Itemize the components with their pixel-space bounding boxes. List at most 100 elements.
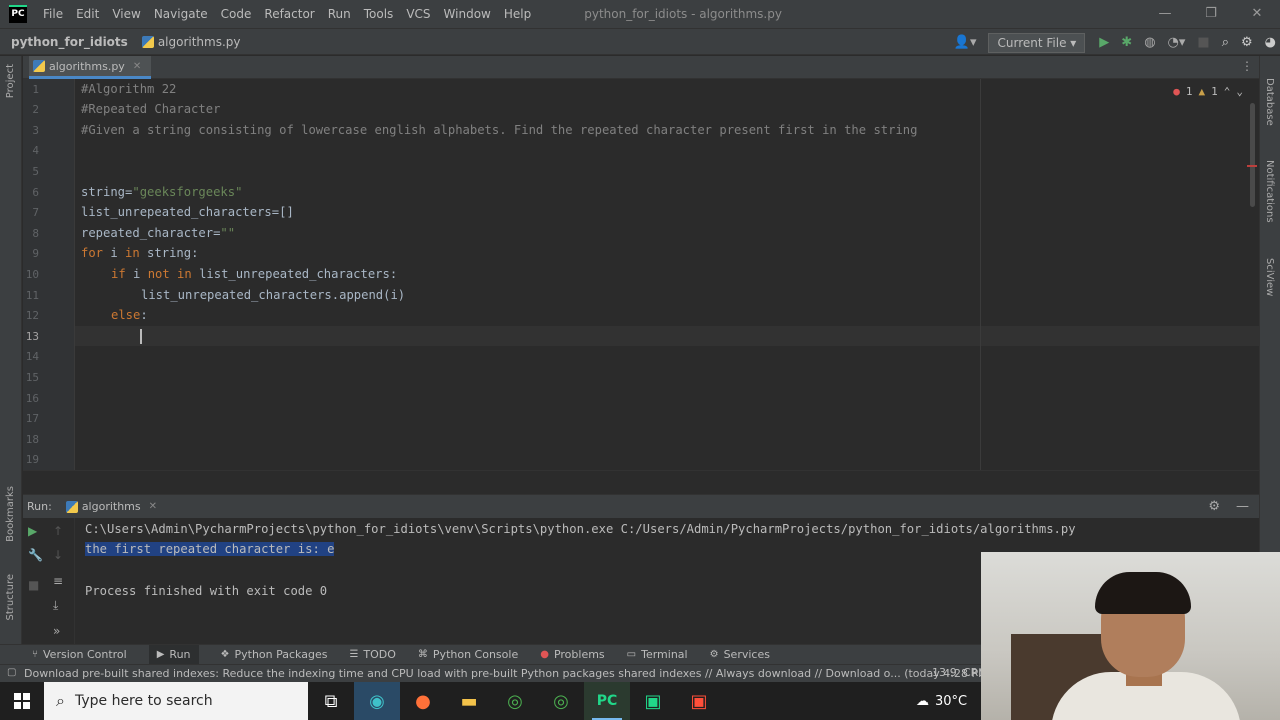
menu-window[interactable]: Window xyxy=(444,7,491,21)
menu-refactor[interactable]: Refactor xyxy=(264,7,314,21)
settings-icon[interactable]: ⚙ xyxy=(1241,35,1253,50)
list-icon: ☰ xyxy=(349,649,359,660)
tab-python-console[interactable]: ⌘ Python Console xyxy=(418,648,518,661)
firefox-icon[interactable]: ● xyxy=(400,682,446,720)
app-red-icon[interactable]: ▣ xyxy=(676,682,722,720)
database-tool-button[interactable]: Database xyxy=(1264,78,1275,126)
project-tool-button[interactable]: Project xyxy=(5,64,16,98)
tab-services[interactable]: ⚙ Services xyxy=(710,648,770,661)
edge-browser-icon[interactable]: ◉ xyxy=(354,682,400,720)
menu-edit[interactable]: Edit xyxy=(76,7,99,21)
tab-problems[interactable]: ● Problems xyxy=(540,648,604,661)
tab-todo[interactable]: ☰ TODO xyxy=(349,648,395,661)
ide-logo-icon[interactable]: ◕ xyxy=(1265,35,1276,50)
code-token: list_unrepeated_characters: xyxy=(191,267,398,281)
editor-scrollbar[interactable] xyxy=(1250,103,1255,207)
caret-position[interactable]: 13:9 xyxy=(932,666,957,679)
weather-widget[interactable]: ☁ 30°C xyxy=(916,682,967,720)
coverage-icon[interactable]: ◍ xyxy=(1144,35,1155,50)
error-count: 1 xyxy=(1185,85,1193,98)
gear-icon[interactable]: ⚙ xyxy=(1208,499,1220,514)
tab-todo-label: TODO xyxy=(363,648,396,661)
error-stripe-marker[interactable] xyxy=(1247,165,1257,167)
line-number: 5 xyxy=(32,165,39,178)
run-configuration-select[interactable]: Current File ▾ xyxy=(988,32,1086,53)
minimize-icon[interactable]: — xyxy=(1142,0,1188,28)
scroll-up-icon[interactable]: ↑ xyxy=(53,524,63,538)
more-icon[interactable]: » xyxy=(53,624,60,638)
console-exit-message: Process finished with exit code 0 xyxy=(85,584,328,598)
task-view-icon[interactable]: ⧉ xyxy=(308,682,354,720)
menu-code[interactable]: Code xyxy=(221,7,252,21)
chrome-icon[interactable]: ◎ xyxy=(492,682,538,720)
wrench-icon[interactable]: 🔧 xyxy=(28,548,43,562)
stop-icon[interactable]: ■ xyxy=(28,578,39,592)
soft-wrap-icon[interactable]: ≡ xyxy=(53,574,63,588)
close-tab-icon[interactable]: ✕ xyxy=(149,501,157,512)
scroll-to-end-icon[interactable]: ⤓ xyxy=(53,598,58,613)
windows-start-icon[interactable] xyxy=(0,682,44,720)
line-number: 19 xyxy=(25,453,39,466)
file-explorer-icon[interactable]: ▬ xyxy=(446,682,492,720)
python-file-icon xyxy=(141,35,154,48)
bookmarks-tool-button[interactable]: Bookmarks xyxy=(5,486,16,542)
line-number: 11 xyxy=(25,289,39,302)
run-tab-label: algorithms xyxy=(81,500,141,513)
status-square-icon[interactable]: ▢ xyxy=(7,667,16,678)
right-margin-guide xyxy=(980,79,981,470)
run-toolbar: 👤▾ Current File ▾ ▶ ✱ ◍ ◔▾ ■ ⌕ ⚙ ◕ xyxy=(954,29,1280,56)
app-green-icon[interactable]: ▣ xyxy=(630,682,676,720)
menu-file[interactable]: File xyxy=(43,7,63,21)
stop-icon[interactable]: ■ xyxy=(1197,35,1209,50)
taskbar-search[interactable]: ⌕ Type here to search xyxy=(44,682,308,720)
breadcrumb-project[interactable]: python_for_idiots xyxy=(11,35,128,49)
menu-navigate[interactable]: Navigate xyxy=(154,7,208,21)
profile-icon[interactable]: ◔▾ xyxy=(1168,35,1186,50)
close-icon[interactable]: ✕ xyxy=(1234,0,1280,28)
breadcrumb-file[interactable]: algorithms.py xyxy=(141,35,241,49)
scroll-down-icon[interactable]: ↓ xyxy=(53,548,63,562)
code-editor[interactable]: 1 2 3 4 5 6 7 8 9 10 11 12 13 14 15 16 1… xyxy=(23,79,1259,470)
tabs-menu-icon[interactable]: ⋮ xyxy=(1241,59,1253,73)
user-icon[interactable]: 👤▾ xyxy=(954,35,977,50)
code-line-3: #Given a string consisting of lowercase … xyxy=(81,123,918,137)
search-icon[interactable]: ⌕ xyxy=(1222,35,1229,50)
inspection-widget[interactable]: ● 1 ▲ 1 ⌃ ⌄ xyxy=(1173,85,1243,98)
tab-algorithms[interactable]: algorithms.py ✕ xyxy=(29,56,152,79)
code-line-9: for i in string: xyxy=(81,246,198,260)
structure-tool-button[interactable]: Structure xyxy=(5,574,16,621)
tab-terminal[interactable]: ▭ Terminal xyxy=(627,648,688,661)
code-keyword: not in xyxy=(147,267,192,281)
tab-version-control[interactable]: ⑂ Version Control xyxy=(32,648,127,661)
menu-view[interactable]: View xyxy=(112,7,140,21)
tab-run-algorithms[interactable]: algorithms ✕ xyxy=(65,500,157,513)
restore-icon[interactable]: ❐ xyxy=(1188,0,1234,28)
notifications-tool-button[interactable]: Notifications xyxy=(1264,160,1275,223)
status-message[interactable]: Download pre-built shared indexes: Reduc… xyxy=(24,667,992,680)
run-panel-toolbar: ▶ ↑ 🔧 ↓ ■ ≡ ⤓ » xyxy=(23,518,75,644)
sciview-tool-button[interactable]: SciView xyxy=(1264,258,1275,296)
menu-run[interactable]: Run xyxy=(328,7,351,21)
menu-vcs[interactable]: VCS xyxy=(406,7,430,21)
tab-run[interactable]: ▶ Run xyxy=(148,644,199,665)
title-bar: PC File Edit View Navigate Code Refactor… xyxy=(0,0,1280,28)
menu-help[interactable]: Help xyxy=(504,7,531,21)
code-token: i xyxy=(103,246,126,260)
line-number: 3 xyxy=(32,124,39,137)
navigation-bar: python_for_idiots algorithms.py 👤▾ Curre… xyxy=(0,28,1280,55)
rerun-icon[interactable]: ▶ xyxy=(28,524,37,538)
minimize-panel-icon[interactable]: — xyxy=(1236,499,1249,514)
run-icon[interactable]: ▶ xyxy=(1099,35,1109,50)
taskbar-search-placeholder: Type here to search xyxy=(74,693,213,709)
code-string: "" xyxy=(220,226,236,240)
packages-icon: ❖ xyxy=(220,649,230,660)
tab-python-packages[interactable]: ❖ Python Packages xyxy=(221,648,328,661)
chevron-down-icon[interactable]: ⌄ xyxy=(1236,85,1243,98)
chevron-up-icon[interactable]: ⌃ xyxy=(1224,85,1231,98)
code-keyword: for xyxy=(81,246,104,260)
chrome-profile-icon[interactable]: ◎ xyxy=(538,682,584,720)
pycharm-taskbar-icon[interactable]: PC xyxy=(584,682,630,720)
menu-tools[interactable]: Tools xyxy=(364,7,394,21)
debug-icon[interactable]: ✱ xyxy=(1121,35,1132,50)
close-tab-icon[interactable]: ✕ xyxy=(133,61,141,72)
